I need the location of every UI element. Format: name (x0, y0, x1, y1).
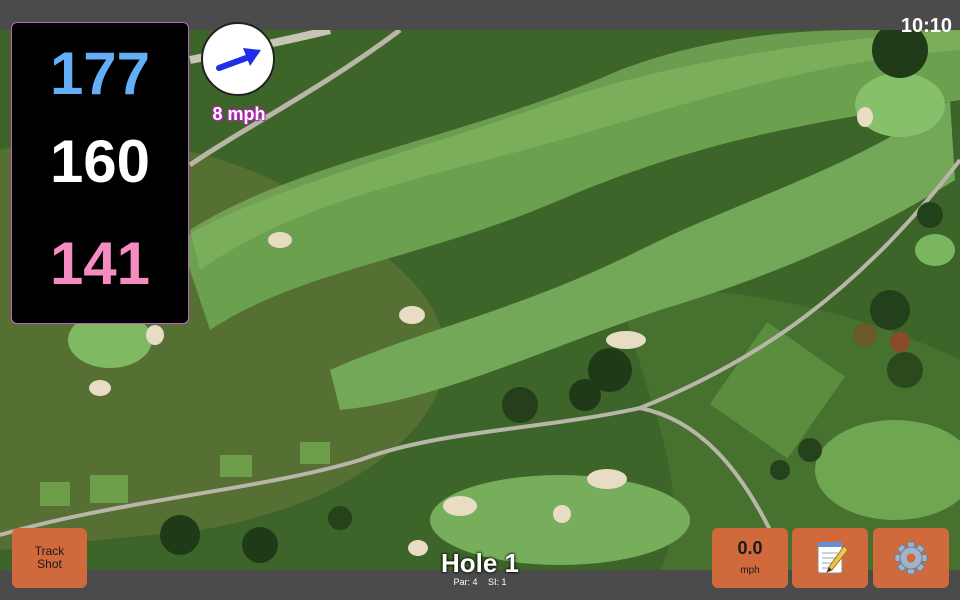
distance-front: 141 (49, 230, 151, 297)
track-shot-label-line2: Shot (37, 557, 62, 571)
distance-back: 177 (49, 40, 151, 107)
clock: 10:10 (900, 15, 952, 37)
speed-button[interactable]: 0.0 mph (712, 528, 788, 588)
hole-info: Par: 4 SI: 1 (380, 577, 580, 587)
speed-value: 0.0 (737, 538, 763, 558)
notepad-icon (817, 542, 849, 574)
settings-button[interactable] (873, 528, 949, 588)
gear-icon (894, 541, 928, 575)
track-shot-button[interactable]: Track Shot (12, 528, 87, 588)
distance-middle: 160 (49, 128, 151, 195)
hole-par: Par: 4 (453, 577, 478, 587)
arrow-icon (216, 48, 261, 71)
distance-panel: 177 160 141 (11, 22, 189, 324)
hole-title: Hole 1 (440, 548, 520, 578)
hole-stroke-index: SI: 1 (488, 577, 507, 587)
scorecard-button[interactable] (792, 528, 868, 588)
wind-indicator (201, 22, 275, 96)
wind-speed: 8 mph (212, 104, 266, 124)
speed-unit: mph (740, 565, 760, 576)
